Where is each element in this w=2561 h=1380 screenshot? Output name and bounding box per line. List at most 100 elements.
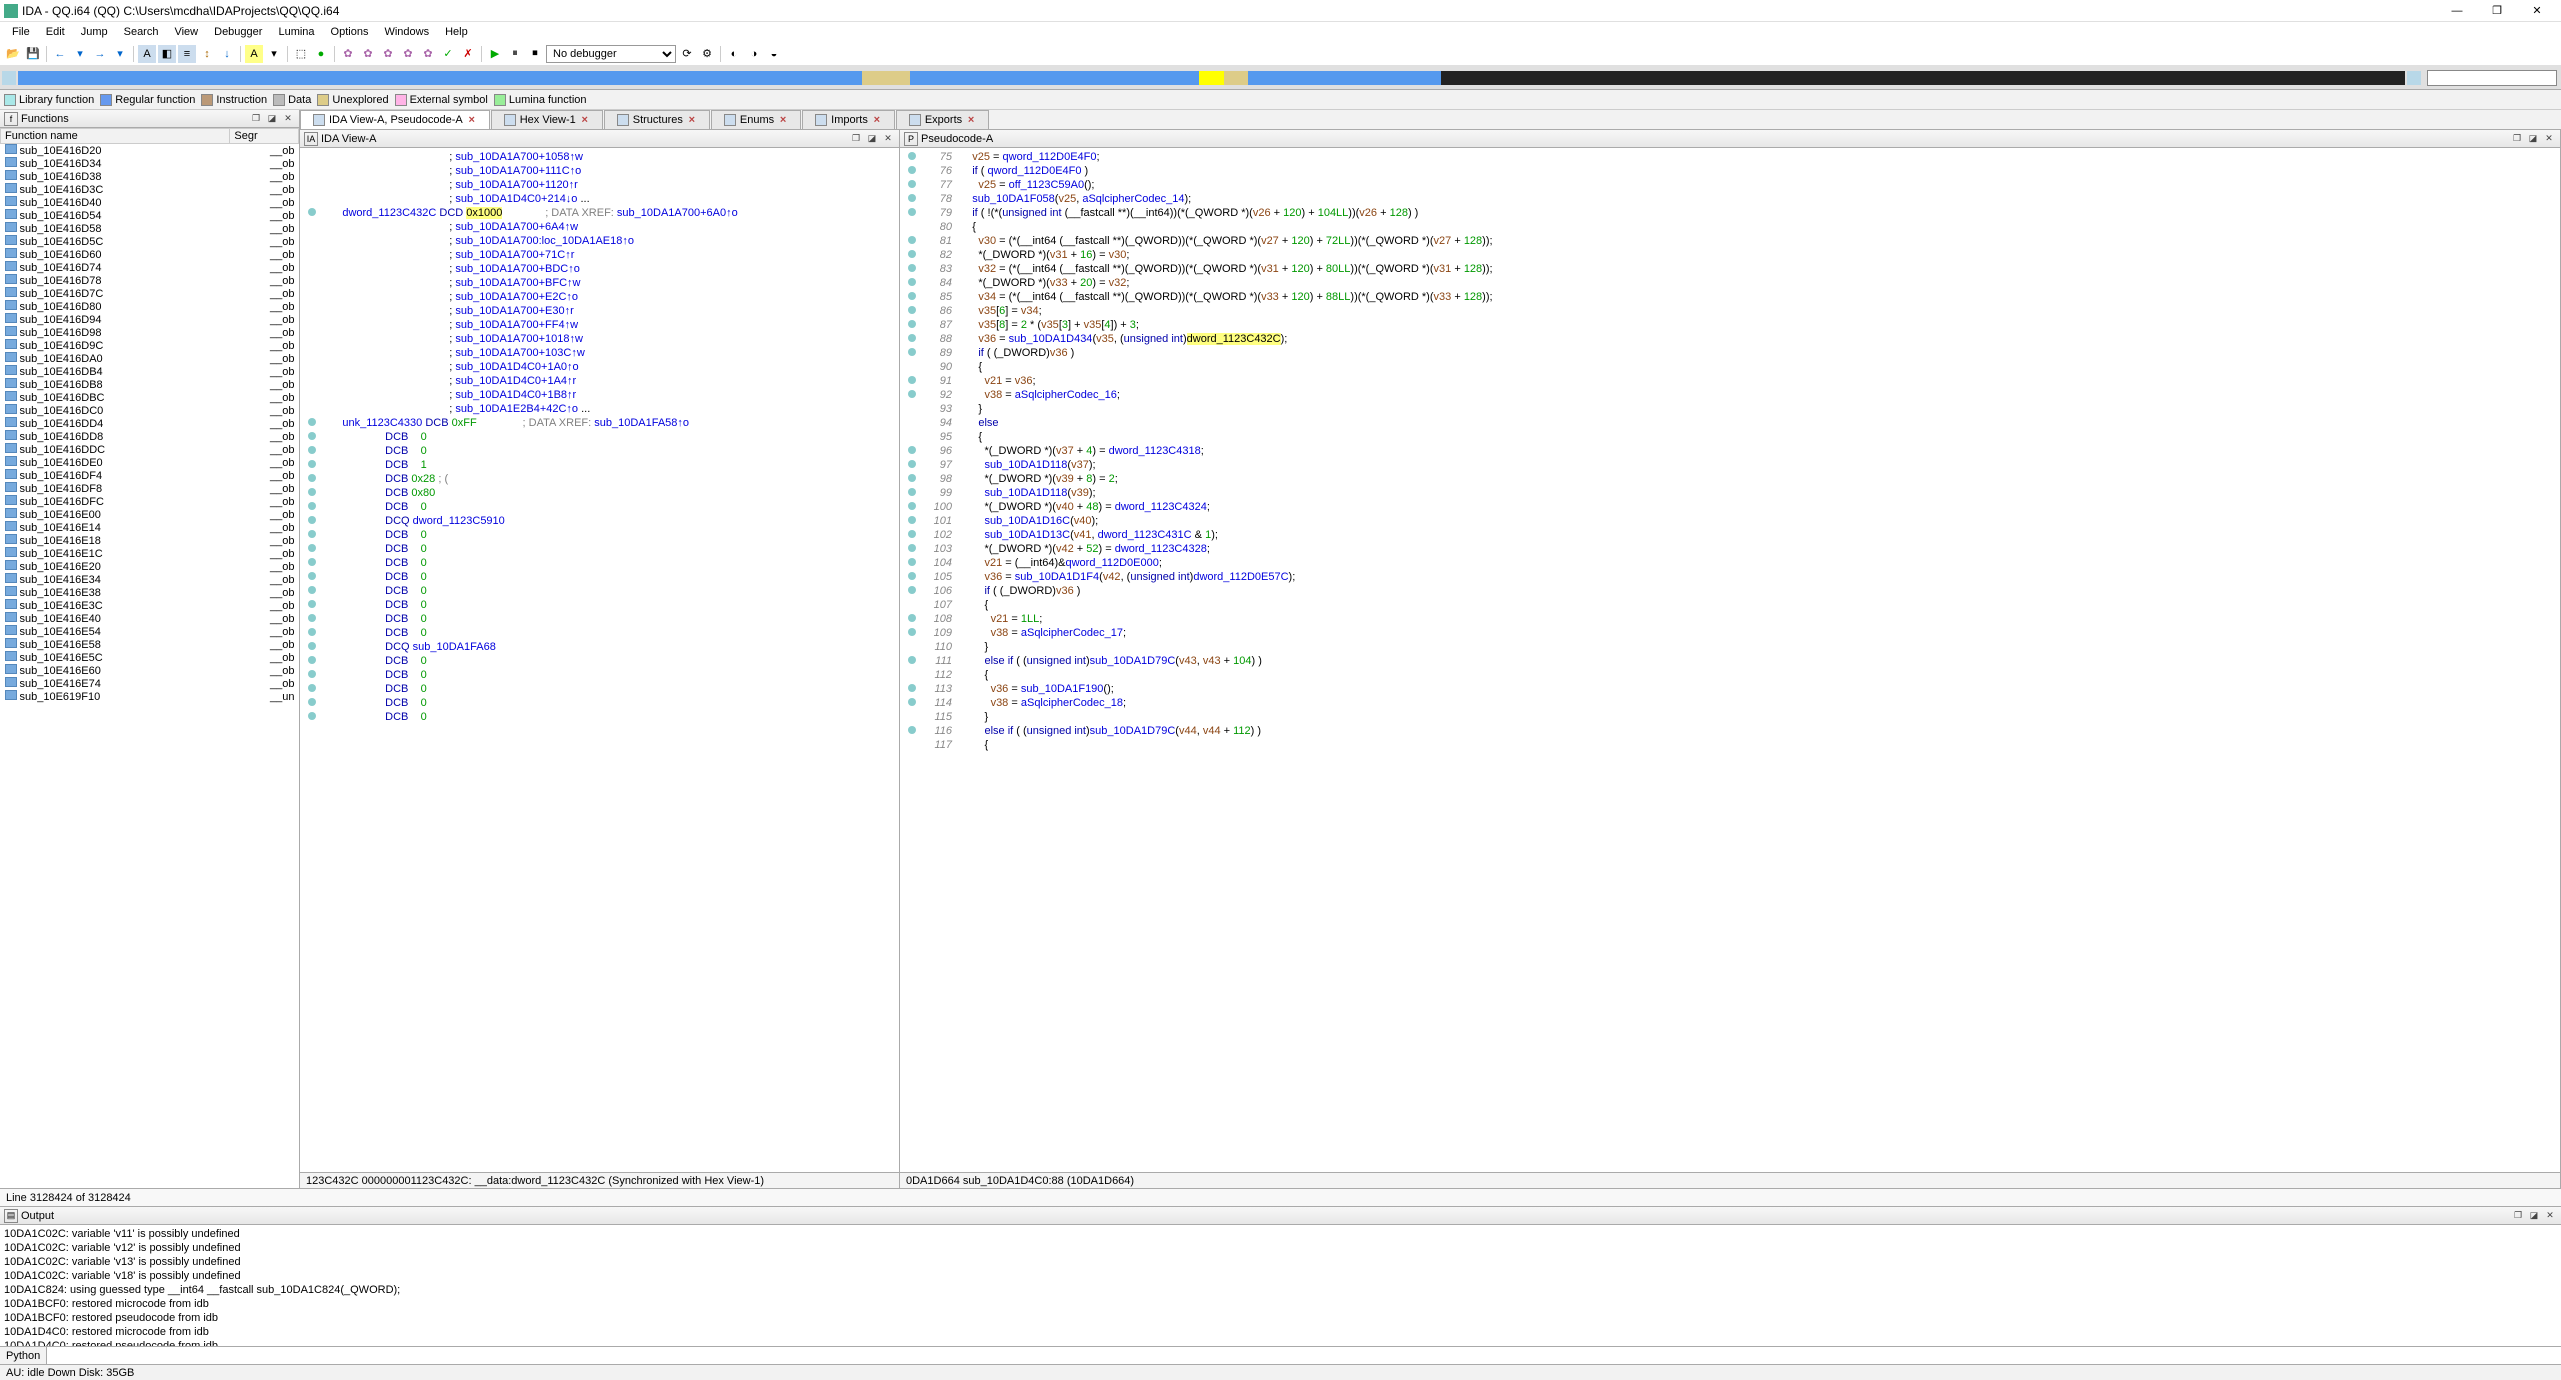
function-row[interactable]: sub_10E416D54__ob [1,209,299,222]
back-drop-icon[interactable]: ▾ [71,45,89,63]
lum5-icon[interactable]: ✿ [419,45,437,63]
nav-dropdown[interactable] [2427,70,2557,86]
function-row[interactable]: sub_10E416D80__ob [1,300,299,313]
function-row[interactable]: sub_10E416D58__ob [1,222,299,235]
debugger-select[interactable]: No debugger [546,45,676,63]
function-row[interactable]: sub_10E416E1C__ob [1,547,299,560]
out-close-icon[interactable]: ✕ [2543,1209,2557,1223]
tab[interactable]: Enums× [711,110,801,129]
menu-help[interactable]: Help [437,24,476,40]
function-row[interactable]: sub_10E416DC0__ob [1,404,299,417]
function-row[interactable]: sub_10E416D9C__ob [1,339,299,352]
function-row[interactable]: sub_10E416E20__ob [1,560,299,573]
python-input[interactable] [47,1349,2561,1362]
function-row[interactable]: sub_10E416DF4__ob [1,469,299,482]
menu-windows[interactable]: Windows [376,24,437,40]
function-row[interactable]: sub_10E416D20__ob [1,144,299,158]
tool-d-icon[interactable]: ↕ [198,45,216,63]
function-row[interactable]: sub_10E416E3C__ob [1,599,299,612]
function-row[interactable]: sub_10E416E58__ob [1,638,299,651]
function-row[interactable]: sub_10E416E5C__ob [1,651,299,664]
out-restore-icon[interactable]: ❐ [2511,1209,2525,1223]
stop-icon[interactable]: ⏹ [526,45,544,63]
menu-jump[interactable]: Jump [73,24,116,40]
output-body[interactable]: 10DA1C02C: variable 'v11' is possibly un… [0,1225,2561,1346]
maximize-button[interactable]: ❐ [2477,1,2517,21]
function-row[interactable]: sub_10E416D40__ob [1,196,299,209]
function-row[interactable]: sub_10E416D60__ob [1,248,299,261]
pc-pop-icon[interactable]: ◪ [2526,132,2540,146]
minimize-button[interactable]: — [2437,1,2477,21]
tab[interactable]: Exports× [896,110,989,129]
function-row[interactable]: sub_10E416DFC__ob [1,495,299,508]
hl-icon[interactable]: A [245,45,263,63]
function-row[interactable]: sub_10E416E54__ob [1,625,299,638]
function-row[interactable]: sub_10E416D94__ob [1,313,299,326]
function-row[interactable]: sub_10E416E14__ob [1,521,299,534]
tool-e-icon[interactable]: ↓ [218,45,236,63]
function-row[interactable]: sub_10E416D98__ob [1,326,299,339]
function-row[interactable]: sub_10E416E60__ob [1,664,299,677]
func-pop-icon[interactable]: ◪ [265,112,279,126]
tab-close-icon[interactable]: × [580,115,590,125]
function-row[interactable]: sub_10E416D38__ob [1,170,299,183]
ida-restore-icon[interactable]: ❐ [849,132,863,146]
ida-disassembly[interactable]: ; sub_10DA1A700+1058↑w ; sub_10DA1A700+1… [300,148,899,1172]
mark2-icon[interactable]: ● [312,45,330,63]
run-icon[interactable]: ▶ [486,45,504,63]
function-row[interactable]: sub_10E416D7C__ob [1,287,299,300]
ida-pop-icon[interactable]: ◪ [865,132,879,146]
function-row[interactable]: sub_10E416D3C__ob [1,183,299,196]
function-row[interactable]: sub_10E416DD4__ob [1,417,299,430]
function-row[interactable]: sub_10E416DD8__ob [1,430,299,443]
menu-file[interactable]: File [4,24,38,40]
nav-left-icon[interactable] [2,71,16,85]
ida-close-icon[interactable]: ✕ [881,132,895,146]
tab-close-icon[interactable]: × [467,115,477,125]
tab[interactable]: Imports× [802,110,895,129]
fwd-icon[interactable]: → [91,45,109,63]
lum4-icon[interactable]: ✿ [399,45,417,63]
function-row[interactable]: sub_10E416DDC__ob [1,443,299,456]
pc-restore-icon[interactable]: ❐ [2510,132,2524,146]
close-button[interactable]: ✕ [2517,1,2557,21]
pseudocode-body[interactable]: 75 v25 = qword_112D0E4F0;76 if ( qword_1… [900,148,2560,1172]
tab-close-icon[interactable]: × [872,115,882,125]
function-row[interactable]: sub_10E416D74__ob [1,261,299,274]
open-icon[interactable]: 📂 [4,45,22,63]
function-row[interactable]: sub_10E416DF8__ob [1,482,299,495]
function-row[interactable]: sub_10E416DBC__ob [1,391,299,404]
tool-a-icon[interactable]: A [138,45,156,63]
nav-spectrum[interactable] [18,71,2405,85]
fwd-drop-icon[interactable]: ▾ [111,45,129,63]
function-row[interactable]: sub_10E416E40__ob [1,612,299,625]
dbg1-icon[interactable]: ⟳ [678,45,696,63]
menu-edit[interactable]: Edit [38,24,73,40]
function-row[interactable]: sub_10E416E74__ob [1,677,299,690]
func-close-icon[interactable]: ✕ [281,112,295,126]
menu-debugger[interactable]: Debugger [206,24,270,40]
function-row[interactable]: sub_10E416E00__ob [1,508,299,521]
tab[interactable]: IDA View-A, Pseudocode-A× [300,110,490,129]
menu-lumina[interactable]: Lumina [270,24,322,40]
pc-close-icon[interactable]: ✕ [2542,132,2556,146]
tab[interactable]: Structures× [604,110,710,129]
nav-right-icon[interactable] [2407,71,2421,85]
function-row[interactable]: sub_10E416DE0__ob [1,456,299,469]
dbg3-icon[interactable]: ◐ [725,45,743,63]
dbg4-icon[interactable]: ◑ [745,45,763,63]
save-icon[interactable]: 💾 [24,45,42,63]
function-row[interactable]: sub_10E416E38__ob [1,586,299,599]
tool-b-icon[interactable]: ◧ [158,45,176,63]
function-row[interactable]: sub_10E416E18__ob [1,534,299,547]
function-row[interactable]: sub_10E416D78__ob [1,274,299,287]
function-row[interactable]: sub_10E619F10__un [1,690,299,703]
function-row[interactable]: sub_10E416DB4__ob [1,365,299,378]
tool-c-icon[interactable]: ≡ [178,45,196,63]
lum3-icon[interactable]: ✿ [379,45,397,63]
lum-x-icon[interactable]: ✗ [459,45,477,63]
functions-table[interactable]: Function nameSegrsub_10E416D20__obsub_10… [0,128,299,1188]
function-row[interactable]: sub_10E416D34__ob [1,157,299,170]
hl-drop-icon[interactable]: ▾ [265,45,283,63]
func-restore-icon[interactable]: ❐ [249,112,263,126]
